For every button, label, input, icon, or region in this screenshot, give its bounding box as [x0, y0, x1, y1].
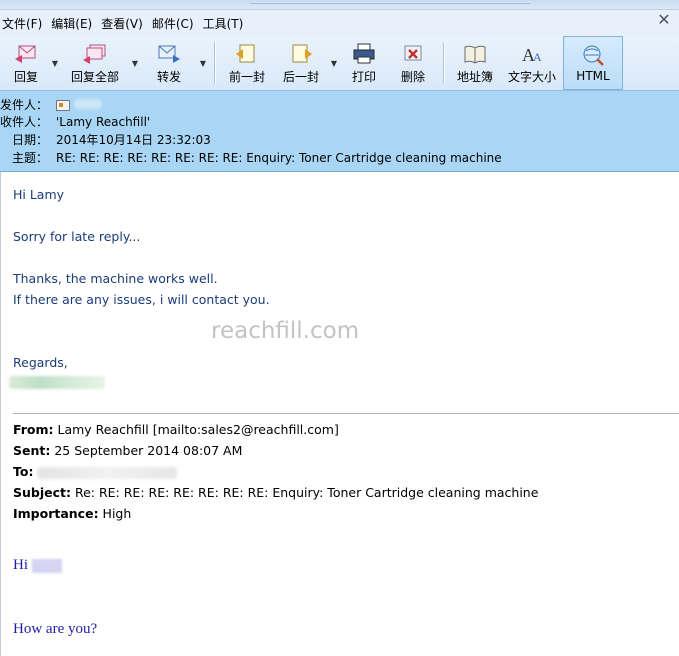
title-remnant [250, 0, 530, 4]
regards-text: Regards, [13, 355, 68, 370]
body-line-2: Thanks, the machine works well. [13, 271, 218, 286]
menu-tools[interactable]: 工具(T) [203, 15, 244, 32]
close-icon[interactable]: ✕ [655, 11, 673, 29]
printer-icon [353, 43, 375, 64]
svg-text:A: A [533, 50, 542, 64]
quoted-subject-value: Re: RE: RE: RE: RE: RE: RE: RE: Enquiry:… [71, 485, 539, 500]
forward-button[interactable]: 转发 [141, 36, 197, 90]
date-value: 2014年10月14日 23:32:03 [56, 133, 211, 147]
quoted-hi-text: Hi [13, 557, 28, 573]
from-label: 发件人： [0, 98, 49, 112]
redacted-sender [74, 98, 102, 109]
toolbar: 回复 ▼ 回复全部 ▼ 转发 ▼ 前一封 后一封 ▼ 打印 删除 地址簿 AA … [0, 36, 679, 90]
reply-all-dropdown[interactable]: ▼ [129, 36, 141, 90]
quoted-from-row: From: Lamy Reachfill [mailto:sales2@reac… [13, 422, 339, 437]
subject-value: RE: RE: RE: RE: RE: RE: RE: RE: Enquiry:… [56, 150, 502, 165]
address-book-button[interactable]: 地址簿 [449, 36, 501, 90]
html-button[interactable]: HTML [563, 36, 623, 90]
watermark: reachfill.com [211, 318, 360, 344]
text-size-label: 文字大小 [507, 70, 556, 84]
reply-button[interactable]: 回复 [3, 36, 49, 90]
redacted-name [31, 558, 62, 573]
quote-divider [13, 413, 679, 414]
previous-label: 前一封 [228, 70, 265, 84]
quoted-sent-row: Sent: 25 September 2014 08:07 AM [13, 443, 242, 458]
reply-all-label: 回复全部 [70, 70, 119, 84]
quoted-greeting: Hi [13, 557, 62, 574]
quoted-importance-value: High [98, 506, 132, 521]
next-label: 后一封 [282, 70, 319, 84]
quoted-importance-row: Importance: High [13, 506, 131, 521]
redacted-recipient [37, 466, 178, 479]
message-header: 发件人： 收件人： 'Lamy Reachfill' 日期： 2014年10月1… [0, 90, 679, 172]
address-book-icon [464, 45, 486, 64]
menu-bar: 文件(F) 编辑(E) 查看(V) 邮件(C) 工具(T) ✕ [0, 10, 679, 36]
print-label: 打印 [351, 70, 376, 84]
forward-icon [158, 45, 180, 63]
previous-icon [236, 44, 255, 63]
print-button[interactable]: 打印 [340, 36, 388, 90]
previous-button[interactable]: 前一封 [220, 36, 274, 90]
window-title-bar [0, 0, 679, 10]
toolbar-separator [443, 42, 444, 84]
quoted-subject-label: Subject: [13, 485, 71, 500]
menu-view[interactable]: 查看(V) [101, 15, 143, 32]
body-line-3: If there are any issues, i will contact … [13, 292, 270, 307]
quoted-how-are-you: How are you? [13, 621, 98, 637]
quoted-sent-value: 25 September 2014 08:07 AM [50, 443, 243, 458]
menu-mail[interactable]: 邮件(C) [152, 15, 194, 32]
greeting-text: Hi Lamy [13, 187, 65, 202]
next-dropdown[interactable]: ▼ [328, 36, 340, 90]
header-subject-row: 主题： RE: RE: RE: RE: RE: RE: RE: RE: Enqu… [0, 149, 502, 166]
body-line-1: Sorry for late reply... [13, 229, 141, 244]
subject-label: 主题： [11, 151, 48, 165]
quoted-subject-row: Subject: Re: RE: RE: RE: RE: RE: RE: RE:… [13, 485, 538, 500]
text-size-button[interactable]: AA 文字大小 [501, 36, 563, 90]
toolbar-separator [214, 42, 215, 84]
quoted-importance-label: Importance: [13, 506, 99, 521]
reply-dropdown[interactable]: ▼ [49, 36, 61, 90]
forward-label: 转发 [156, 70, 181, 84]
date-label: 日期： [11, 133, 48, 147]
quoted-sent-label: Sent: [13, 443, 51, 458]
menu-edit[interactable]: 编辑(E) [51, 15, 92, 32]
next-button[interactable]: 后一封 [274, 36, 328, 90]
contact-card-icon [56, 99, 70, 111]
to-value[interactable]: 'Lamy Reachfill' [56, 115, 150, 129]
reply-icon [15, 45, 36, 63]
next-icon [292, 44, 312, 63]
forward-dropdown[interactable]: ▼ [197, 36, 209, 90]
message-body[interactable]: Hi Lamy Sorry for late reply... Thanks, … [0, 172, 679, 656]
header-to-row: 收件人： 'Lamy Reachfill' [0, 113, 150, 130]
quoted-from-label: From: [13, 422, 54, 437]
reply-all-button[interactable]: 回复全部 [61, 36, 129, 90]
header-date-row: 日期： 2014年10月14日 23:32:03 [0, 131, 211, 148]
address-book-label: 地址簿 [456, 70, 493, 84]
delete-label: 删除 [400, 70, 425, 84]
menu-file[interactable]: 文件(F) [2, 15, 42, 32]
text-size-icon: AA [522, 45, 542, 65]
reply-label: 回复 [13, 70, 38, 84]
quoted-to-row: To: [13, 464, 178, 479]
from-value[interactable] [56, 98, 102, 112]
html-icon [583, 45, 604, 66]
redacted-signature [9, 376, 105, 389]
delete-button[interactable]: 删除 [388, 36, 438, 90]
reply-all-icon [83, 44, 106, 64]
quoted-to-label: To: [13, 464, 34, 479]
quoted-from-value: Lamy Reachfill [mailto:sales2@reachfill.… [53, 422, 339, 437]
to-label: 收件人： [0, 115, 49, 129]
header-from-row: 发件人： [0, 96, 102, 113]
html-label: HTML [576, 69, 610, 83]
delete-icon [404, 45, 422, 61]
